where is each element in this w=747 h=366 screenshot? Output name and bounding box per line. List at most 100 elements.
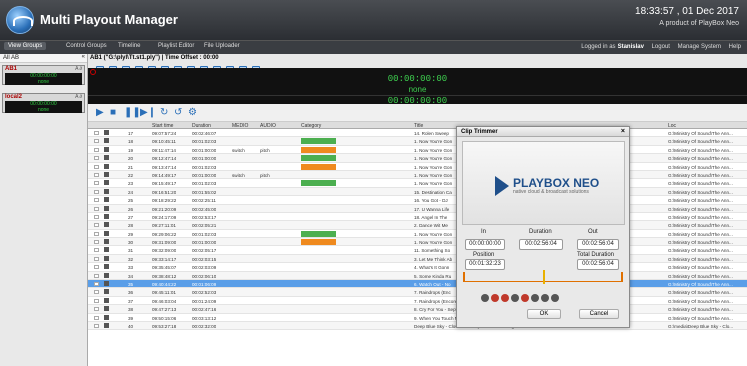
table-cell: 09:27:11:01 bbox=[152, 223, 176, 229]
row-checkbox[interactable] bbox=[94, 240, 99, 245]
stop-icon[interactable]: ■ bbox=[110, 107, 116, 118]
tab-timeline[interactable]: Timeline bbox=[118, 43, 140, 49]
settings-gear-icon[interactable]: ⚙ bbox=[188, 107, 197, 118]
row-checkbox[interactable] bbox=[94, 189, 99, 194]
pause-icon[interactable]: ❚❚ bbox=[124, 107, 141, 118]
table-row[interactable]: 18 09:10:45:11 00:01:02:03 1. Now You're Go… bbox=[88, 137, 747, 146]
table-row[interactable]: 22 09:14:49:17 00:01:00:00 switch pitch 1. No… bbox=[88, 170, 747, 180]
table-row[interactable]: 39 09:50:15:06 00:03:13:12 9. When You Touc… bbox=[88, 314, 747, 322]
row-checkbox[interactable] bbox=[94, 273, 99, 278]
manage-system-link[interactable]: Manage System bbox=[678, 44, 721, 50]
row-checkbox[interactable] bbox=[94, 198, 99, 203]
mark-in-icon[interactable] bbox=[501, 294, 509, 302]
row-checkbox[interactable] bbox=[94, 282, 99, 287]
table-cell: 3. Let Me Think Ab bbox=[414, 256, 453, 262]
table-cell: G:\Ministry Of Sound\The Ann... bbox=[668, 256, 733, 262]
in-handle[interactable] bbox=[463, 272, 465, 282]
step-forward-icon[interactable] bbox=[531, 294, 539, 302]
row-checkbox[interactable] bbox=[94, 265, 99, 270]
row-checkbox[interactable] bbox=[94, 223, 99, 228]
row-checkbox[interactable] bbox=[94, 156, 99, 161]
tab-file-uploader[interactable]: File Uploader bbox=[204, 43, 240, 49]
table-cell: 09:29:06:22 bbox=[152, 231, 177, 237]
table-row[interactable]: 28 09:27:11:01 00:02:05:21 2. Dance Wit Me G… bbox=[88, 221, 747, 230]
table-cell: 09:35:45:07 bbox=[152, 265, 177, 271]
set-in-icon[interactable] bbox=[491, 294, 499, 302]
table-row[interactable]: 31 09:32:09:00 00:02:05:17 11. Something So… bbox=[88, 246, 747, 255]
set-out-icon[interactable] bbox=[541, 294, 549, 302]
table-row[interactable]: 29 09:29:06:22 00:01:02:03 1. Now You're Go… bbox=[88, 230, 747, 239]
row-checkbox[interactable] bbox=[94, 256, 99, 261]
out-handle[interactable] bbox=[621, 272, 623, 282]
table-row[interactable]: 27 09:24:17:09 00:02:53:17 18. Angel In The… bbox=[88, 213, 747, 222]
trim-slider[interactable] bbox=[463, 270, 623, 286]
table-row[interactable]: 34 09:38:48:12 00:02:06:10 5. Some Kinda Ru… bbox=[88, 271, 747, 281]
position-marker[interactable] bbox=[543, 270, 545, 284]
table-row[interactable]: 36 09:45:11:01 00:02:52:03 7. Raindrops (En… bbox=[88, 288, 747, 297]
row-checkbox[interactable] bbox=[94, 307, 99, 312]
row-checkbox[interactable] bbox=[94, 139, 99, 144]
refresh-icon[interactable]: ↻ bbox=[160, 107, 168, 118]
table-cell: G:\Ministry Of Sound\The Ann... bbox=[668, 189, 733, 195]
logout-link[interactable]: Logout bbox=[652, 44, 670, 50]
ok-button[interactable]: OK bbox=[527, 309, 561, 319]
table-row[interactable]: 30 09:31:09:00 00:01:00:00 1. Now You're Go… bbox=[88, 238, 747, 247]
table-row[interactable]: 32 09:33:14:17 00:02:03:15 3. Let Me Think … bbox=[88, 254, 747, 264]
in-field[interactable]: 00:00:00:00 bbox=[465, 239, 505, 250]
table-row[interactable]: 24 09:16:51:20 00:01:55:02 15. Destination … bbox=[88, 187, 747, 197]
row-checkbox[interactable] bbox=[94, 206, 99, 211]
tab-control-groups[interactable]: Control Groups bbox=[66, 43, 107, 49]
trim-buttons bbox=[481, 289, 561, 302]
table-cell: 00:02:03:09 bbox=[192, 265, 217, 271]
row-checkbox[interactable] bbox=[94, 147, 99, 152]
row-checkbox[interactable] bbox=[94, 298, 99, 303]
table-row[interactable]: 25 09:18:29:22 00:02:25:11 16. You Got - DJ… bbox=[88, 196, 747, 205]
table-cell: 00:02:46:07 bbox=[192, 131, 217, 136]
row-checkbox[interactable] bbox=[94, 181, 99, 186]
table-row[interactable]: 37 09:46:03:04 00:01:24:09 7. Raindrops (En… bbox=[88, 297, 747, 306]
tab-playlist-editor[interactable]: Playlist Editor bbox=[158, 43, 194, 49]
play-icon[interactable] bbox=[521, 294, 529, 302]
app-title: Multi Playout Manager bbox=[40, 12, 178, 27]
cancel-button[interactable]: Cancel bbox=[579, 309, 619, 319]
row-checkbox[interactable] bbox=[94, 323, 99, 328]
next-icon[interactable]: ▶❙ bbox=[140, 107, 156, 118]
channel-controls-icon[interactable]: A ∂ bbox=[75, 94, 82, 100]
go-start-icon[interactable] bbox=[481, 294, 489, 302]
row-checkbox[interactable] bbox=[94, 214, 99, 219]
table-row[interactable]: 20 09:12:47:14 00:01:00:00 1. Now You're Go… bbox=[88, 154, 747, 163]
table-cell: 00:02:06:10 bbox=[192, 273, 217, 279]
row-checkbox[interactable] bbox=[94, 290, 99, 295]
table-row[interactable]: 35 09:40:44:22 00:01:06:09 6. Watch Out - N… bbox=[88, 280, 747, 289]
help-link[interactable]: Help bbox=[729, 44, 741, 50]
table-row[interactable]: 17 09:07:57:24 00:02:46:07 14. Rolen Sweep G… bbox=[88, 129, 747, 138]
clip-icon bbox=[104, 264, 109, 270]
row-checkbox[interactable] bbox=[94, 164, 99, 169]
out-field[interactable]: 00:02:56:04 bbox=[577, 239, 619, 250]
table-cell: G:\Ministry Of Sound\The Ann... bbox=[668, 315, 733, 321]
row-checkbox[interactable] bbox=[94, 315, 99, 320]
table-row[interactable]: 38 09:47:27:13 00:02:47:16 8. Cry For You -… bbox=[88, 305, 747, 314]
table-cell: 1. Now You're Gon bbox=[414, 240, 453, 246]
row-checkbox[interactable] bbox=[94, 231, 99, 236]
table-row[interactable]: 23 09:15:49:17 00:01:02:03 1. Now You're Go… bbox=[88, 179, 747, 188]
channel-controls-icon[interactable]: A ∂ bbox=[75, 66, 82, 72]
channel-ab1[interactable]: AB1 A ∂ 00:00:00:00 none bbox=[2, 65, 85, 85]
loop-icon[interactable]: ↺ bbox=[174, 107, 182, 118]
table-row[interactable]: 19 09:11:47:14 00:01:00:00 switch pitch 1. No… bbox=[88, 146, 747, 155]
close-icon[interactable]: × bbox=[621, 128, 625, 135]
row-checkbox[interactable] bbox=[94, 172, 99, 177]
go-end-icon[interactable] bbox=[551, 294, 559, 302]
table-cell: 1. Now You're Gon bbox=[414, 231, 453, 237]
table-row[interactable]: 33 09:35:45:07 00:02:03:09 4. What's It Gon… bbox=[88, 263, 747, 272]
collapse-icon[interactable]: « bbox=[82, 54, 85, 60]
table-row[interactable]: 21 09:13:47:14 00:01:02:03 1. Now You're Go… bbox=[88, 163, 747, 171]
step-back-icon[interactable] bbox=[511, 294, 519, 302]
table-row[interactable]: 40 09:53:27:18 00:02:32:00 Deep Blue Sky - … bbox=[88, 321, 747, 331]
table-row[interactable]: 26 09:21:20:09 00:02:45:00 17. U Wanna Life… bbox=[88, 204, 747, 213]
channel-local2[interactable]: local2 A ∂ 00:00:00:00 none bbox=[2, 93, 85, 113]
row-checkbox[interactable] bbox=[94, 131, 99, 135]
row-checkbox[interactable] bbox=[94, 248, 99, 253]
play-icon[interactable]: ▶ bbox=[96, 107, 104, 118]
tab-view-groups[interactable]: View Groups bbox=[4, 42, 47, 50]
